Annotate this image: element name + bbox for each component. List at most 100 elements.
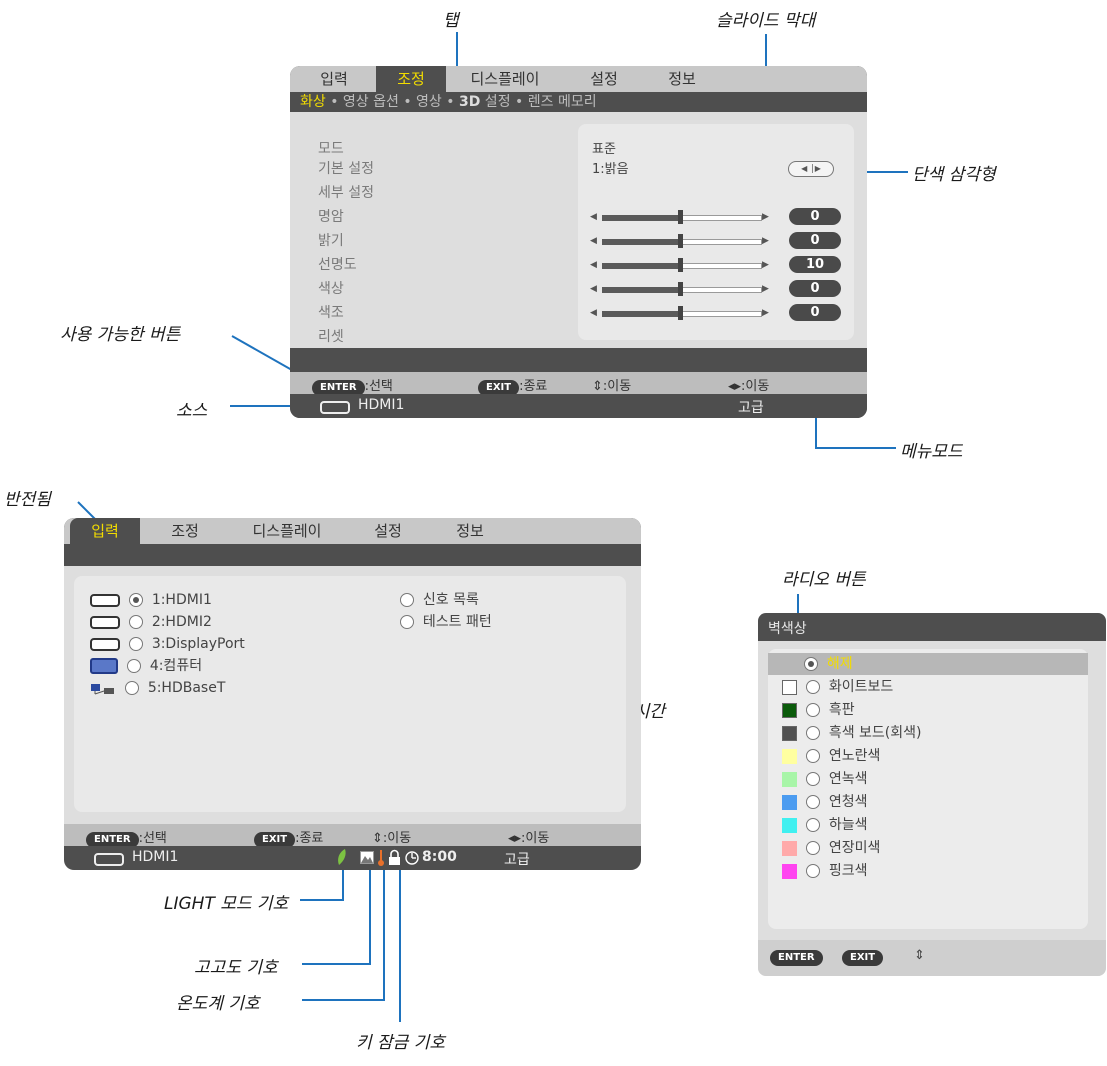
item-hue[interactable]: 색조 xyxy=(318,302,344,322)
radio-button[interactable] xyxy=(805,772,820,786)
source-name: HDMI1 xyxy=(358,397,405,413)
input-option-displayport[interactable]: 3:DisplayPort xyxy=(90,634,245,654)
input-option-computer[interactable]: 4:컴퓨터 xyxy=(90,656,202,676)
menu-body-full: 1:HDMI1 2:HDMI2 3:DisplayPort 4:컴퓨터 5:HD… xyxy=(64,566,641,824)
wall-color-option-blackboard-gray[interactable]: 흑색 보드(회색) xyxy=(782,723,921,743)
right-triangle-icon: ▶ xyxy=(814,164,821,173)
radio-button-selected[interactable] xyxy=(128,593,143,607)
tab-info[interactable]: 정보 xyxy=(652,66,712,92)
wall-color-option-light-blue[interactable]: 연청색 xyxy=(782,792,867,812)
input-option-hdbaset[interactable]: 5:HDBaseT xyxy=(90,678,225,698)
signal-list-item[interactable]: 신호 목록 xyxy=(400,590,479,610)
callout-tab: 탭 xyxy=(443,11,459,31)
radio-button[interactable] xyxy=(400,593,414,607)
triangle-button[interactable]: ◀ ▶ xyxy=(788,161,834,177)
item-brightness[interactable]: 밝기 xyxy=(318,230,344,250)
radio-button[interactable] xyxy=(805,680,820,694)
signal-list-label: 신호 목록 xyxy=(422,592,479,608)
radio-button[interactable] xyxy=(126,659,141,673)
tab-setup[interactable]: 설정 xyxy=(358,518,418,544)
brightness-slider[interactable]: ◀ ▶ xyxy=(590,234,776,248)
dialog-title: 벽색상 xyxy=(768,621,807,637)
input-option-hdmi2[interactable]: 2:HDMI2 xyxy=(90,612,212,632)
radio-button[interactable] xyxy=(124,681,139,695)
subtab-bar xyxy=(64,544,641,566)
subtab-others[interactable]: • 영상 옵션 • 영상 • xyxy=(326,94,459,110)
option-label: 화이트보드 xyxy=(828,679,894,695)
subtab-tail[interactable]: 설정 • 렌즈 메모리 xyxy=(480,94,597,110)
test-pattern-item[interactable]: 테스트 패턴 xyxy=(400,612,492,632)
sharpness-slider[interactable]: ◀ ▶ xyxy=(590,258,776,272)
item-preset[interactable]: 기본 설정 xyxy=(318,158,374,178)
item-sharpness[interactable]: 선명도 xyxy=(318,254,357,274)
item-contrast[interactable]: 명암 xyxy=(318,206,344,226)
wall-color-option-sky-blue[interactable]: 하늘색 xyxy=(782,815,867,835)
tab-display[interactable]: 디스플레이 xyxy=(232,518,342,544)
color-swatch xyxy=(782,863,797,879)
enter-key-badge: ENTER xyxy=(770,950,823,966)
tab-input[interactable]: 입력 xyxy=(304,66,364,92)
subtab-3d[interactable]: 3D xyxy=(459,94,480,110)
radio-button[interactable] xyxy=(805,795,820,809)
wall-color-option-light-rose[interactable]: 연장미색 xyxy=(782,838,880,858)
updown-guide: ⇕ xyxy=(914,948,925,963)
subtab-picture[interactable]: 화상 xyxy=(300,94,326,110)
wall-color-option-off[interactable]: 해제 xyxy=(782,654,853,674)
enter-guide: ENTER:선택 xyxy=(312,375,393,396)
wall-color-option-pink[interactable]: 핑크색 xyxy=(782,861,867,881)
input-option-hdmi1[interactable]: 1:HDMI1 xyxy=(90,590,212,610)
hue-slider[interactable]: ◀ ▶ xyxy=(590,306,776,320)
adjust-menu-panel: 입력 조정 디스플레이 설정 정보 화상 • 영상 옵션 • 영상 • 3D 설… xyxy=(290,66,867,418)
slider-left-arrow-icon: ◀ xyxy=(590,236,597,246)
light-mode-icon xyxy=(336,848,348,870)
contrast-slider[interactable]: ◀ ▶ xyxy=(590,210,776,224)
radio-button[interactable] xyxy=(805,818,820,832)
tab-info[interactable]: 정보 xyxy=(440,518,500,544)
wall-color-option-light-yellow[interactable]: 연노란색 xyxy=(782,746,880,766)
color-slider[interactable]: ◀ ▶ xyxy=(590,282,776,296)
enter-guide-label: :선택 xyxy=(364,379,393,394)
brightness-value: 0 xyxy=(789,232,841,249)
slider-right-arrow-icon: ▶ xyxy=(762,212,769,222)
option-label: 연노란색 xyxy=(828,748,881,764)
item-color[interactable]: 색상 xyxy=(318,278,344,298)
menu-mode: 고급 xyxy=(504,852,530,868)
item-detail[interactable]: 세부 설정 xyxy=(318,182,374,202)
color-swatch xyxy=(782,794,797,810)
exit-guide-label: :종료 xyxy=(295,831,324,846)
radio-button[interactable] xyxy=(805,726,820,740)
radio-button[interactable] xyxy=(805,864,820,878)
item-reset[interactable]: 리셋 xyxy=(318,326,344,346)
callout-menu-mode: 메뉴모드 xyxy=(900,442,963,462)
callout-highlight: 반전됨 xyxy=(4,490,51,510)
radio-button[interactable] xyxy=(400,615,414,629)
tab-input[interactable]: 입력 xyxy=(70,518,140,544)
wall-color-option-blackboard[interactable]: 흑판 xyxy=(782,700,855,720)
callout-thermometer-icon: 온도계 기호 xyxy=(176,994,260,1014)
hdmi-icon xyxy=(90,593,120,607)
wall-color-option-whiteboard[interactable]: 화이트보드 xyxy=(782,677,893,697)
tab-setup[interactable]: 설정 xyxy=(574,66,634,92)
slider-right-arrow-icon: ▶ xyxy=(762,284,769,294)
radio-button[interactable] xyxy=(805,749,820,763)
radio-button[interactable] xyxy=(805,703,820,717)
off-timer-icon xyxy=(404,849,420,870)
slider-right-arrow-icon: ▶ xyxy=(762,260,769,270)
tab-display[interactable]: 디스플레이 xyxy=(450,66,560,92)
wall-color-option-light-green[interactable]: 연녹색 xyxy=(782,769,867,789)
tab-adjust[interactable]: 조정 xyxy=(156,518,214,544)
option-label: 연장미색 xyxy=(828,840,881,856)
item-mode[interactable]: 모드 xyxy=(318,138,344,158)
tab-adjust[interactable]: 조정 xyxy=(376,66,446,92)
left-triangle-icon: ◀ xyxy=(801,164,808,173)
off-timer-value: 8:00 xyxy=(422,849,457,865)
hdmi-icon xyxy=(320,399,350,415)
radio-button-selected[interactable] xyxy=(803,657,818,671)
radio-button[interactable] xyxy=(128,637,143,651)
color-swatch xyxy=(782,748,797,764)
color-swatch xyxy=(782,702,797,718)
option-label: 연녹색 xyxy=(828,771,868,787)
radio-button[interactable] xyxy=(805,841,820,855)
radio-button[interactable] xyxy=(128,615,143,629)
tab-bar: 입력 조정 디스플레이 설정 정보 xyxy=(290,66,867,92)
